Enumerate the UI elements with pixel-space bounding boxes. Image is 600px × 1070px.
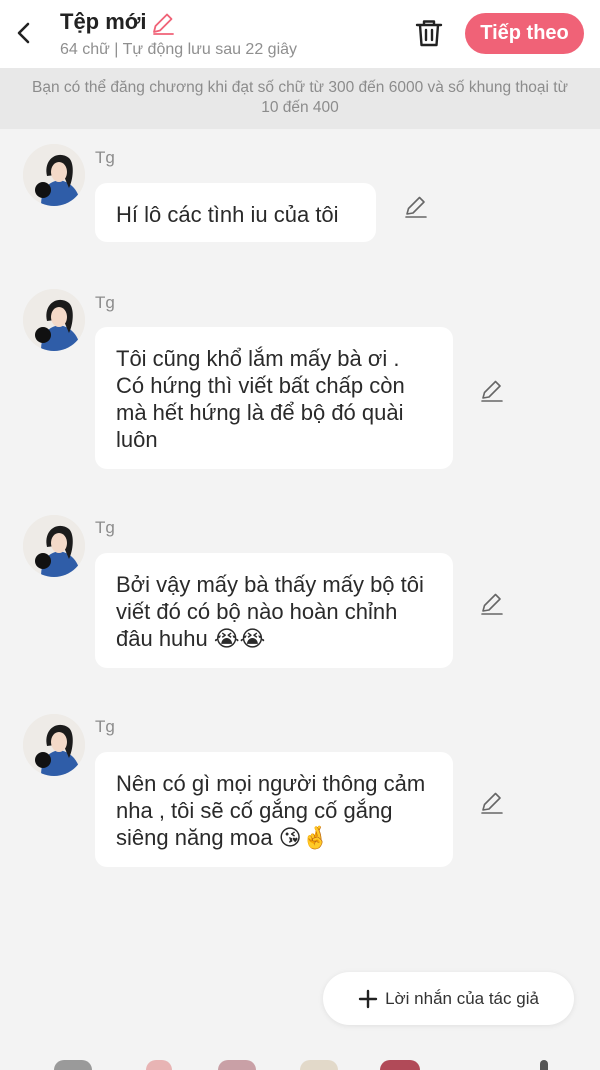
message-text: Nên có gì mọi người thông cảm nha , tôi … [116, 771, 426, 850]
edit-title-pencil-icon[interactable] [150, 10, 176, 36]
character-avatar-peek[interactable] [218, 1060, 256, 1070]
page-title: Tệp mới [60, 9, 147, 34]
character-avatar-peek[interactable] [380, 1060, 420, 1070]
pencil-icon[interactable] [479, 789, 505, 815]
author-note-button[interactable]: Lời nhắn của tác giả [323, 972, 574, 1025]
message-bubble[interactable]: Bởi vậy mấy bà thấy mấy bộ tôi viết đó c… [95, 553, 453, 668]
next-button[interactable]: Tiếp theo [465, 13, 584, 54]
plus-icon [358, 989, 378, 1008]
sender-name: Tg [95, 148, 115, 167]
sender-name: Tg [95, 293, 115, 312]
sender-name: Tg [95, 518, 115, 537]
message-text: Bởi vậy mấy bà thấy mấy bộ tôi viết đó c… [116, 572, 424, 651]
word-count-autosave-status: 64 chữ | Tự động lưu sau 22 giây [60, 41, 298, 58]
pencil-icon[interactable] [479, 590, 505, 616]
pencil-icon[interactable] [403, 193, 429, 219]
character-avatar-peek[interactable] [540, 1060, 548, 1070]
message-bubble[interactable]: Tôi cũng khổ lắm mấy bà ơi . Có hứng thì… [95, 327, 453, 469]
character-avatar-peek[interactable] [146, 1060, 172, 1070]
message-bubble[interactable]: Hí lô các tình iu của tôi [95, 183, 376, 242]
publish-requirement-notice: Bạn có thể đăng chương khi đạt số chữ từ… [0, 68, 600, 129]
back-arrow-icon[interactable] [10, 18, 38, 48]
pencil-icon[interactable] [479, 377, 505, 403]
sender-name: Tg [95, 717, 115, 736]
author-note-label: Lời nhắn của tác giả [385, 988, 539, 1008]
message-text: Hí lô các tình iu của tôi [116, 202, 339, 227]
message-text: Tôi cũng khổ lắm mấy bà ơi . Có hứng thì… [116, 346, 405, 452]
avatar[interactable] [23, 144, 85, 206]
avatar[interactable] [23, 714, 85, 776]
character-avatar-peek[interactable] [300, 1060, 338, 1070]
avatar-image [23, 714, 85, 776]
trash-icon[interactable] [412, 16, 446, 50]
message-bubble[interactable]: Nên có gì mọi người thông cảm nha , tôi … [95, 752, 453, 867]
avatar-image [23, 144, 85, 206]
top-bar: Tệp mới 64 chữ | Tự động lưu sau 22 giây… [0, 0, 600, 68]
avatar[interactable] [23, 289, 85, 351]
avatar[interactable] [23, 515, 85, 577]
avatar-image [23, 515, 85, 577]
avatar-image [23, 289, 85, 351]
character-avatar-peek[interactable] [54, 1060, 92, 1070]
